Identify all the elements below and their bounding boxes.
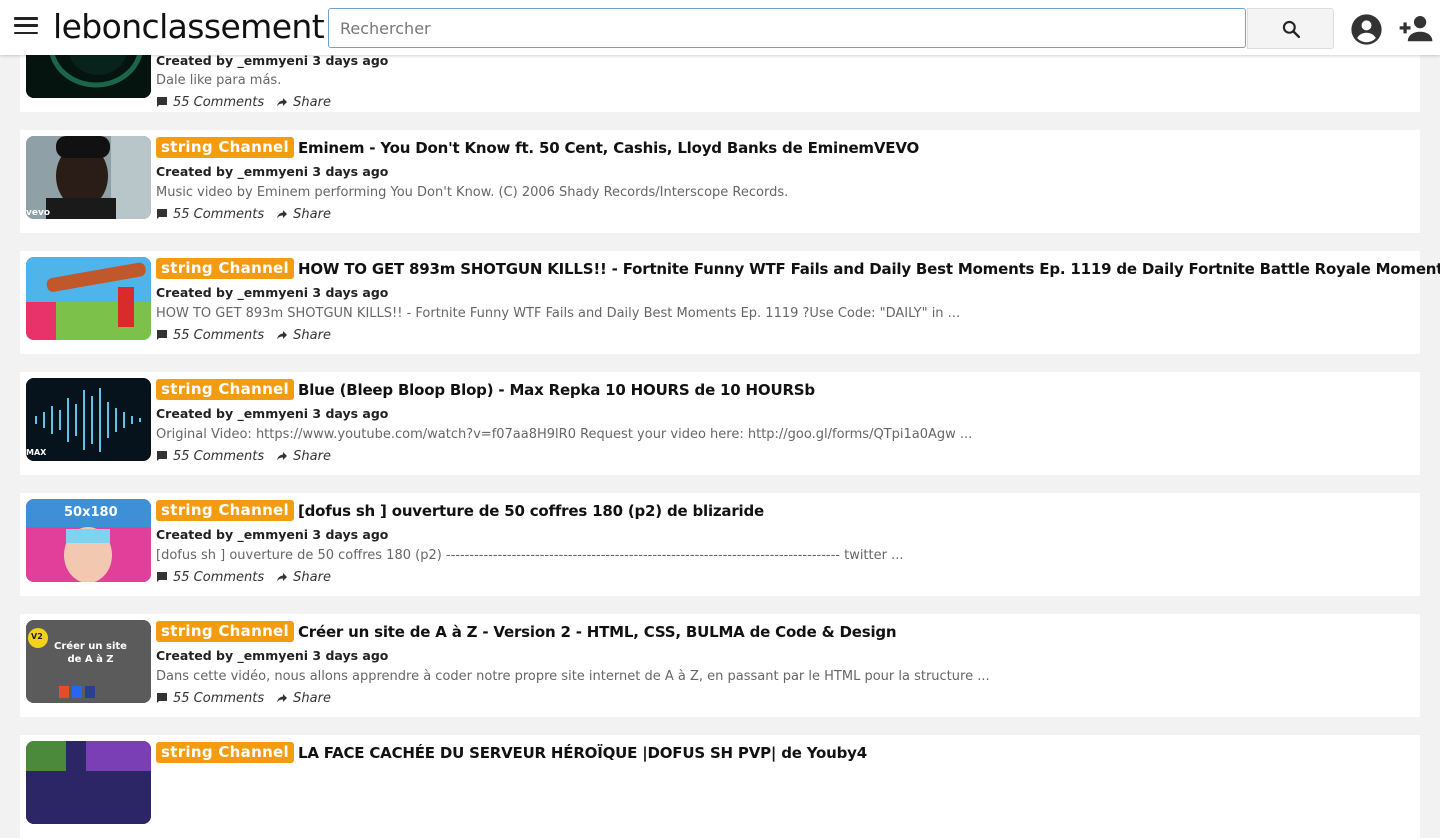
video-meta: Created by _emmyeni 3 days ago [156, 406, 389, 421]
search-input[interactable] [328, 8, 1246, 48]
channel-badge[interactable]: string Channel [156, 500, 294, 521]
share-link[interactable]: Share [276, 449, 331, 464]
share-label: Share [293, 569, 331, 585]
comments-label: 55 Comments [173, 569, 265, 585]
top-header: lebonclassement [0, 0, 1440, 55]
channel-badge[interactable]: string Channel [156, 742, 294, 763]
video-card: 893m string Channel HOW TO GET 893m SHOT… [20, 251, 1440, 354]
share-icon [277, 331, 288, 340]
comments-link[interactable]: 55 Comments [156, 207, 264, 222]
thumbnail-watermark: vevo [26, 208, 51, 218]
share-label: Share [293, 690, 331, 706]
comments-label: 55 Comments [173, 94, 265, 110]
comment-icon [157, 209, 167, 219]
channel-badge[interactable]: string Channel [156, 137, 294, 158]
search-icon [1282, 20, 1300, 38]
comments-link[interactable]: 55 Comments [156, 95, 264, 110]
share-link[interactable]: Share [276, 328, 331, 343]
site-logo[interactable]: lebonclassement [53, 5, 325, 49]
video-meta: Created by _emmyeni 3 days ago [156, 527, 389, 542]
share-link[interactable]: Share [276, 570, 331, 585]
channel-badge[interactable]: string Channel [156, 258, 294, 279]
video-title[interactable]: HOW TO GET 893m SHOTGUN KILLS!! - Fortni… [298, 260, 1440, 278]
comment-icon [157, 330, 167, 340]
account-circle-icon [1351, 14, 1382, 45]
channel-badge[interactable]: string Channel [156, 379, 294, 400]
comments-label: 55 Comments [173, 448, 265, 464]
video-description: [dofus sh ] ouverture de 50 coffres 180 … [156, 548, 904, 563]
video-actions: 55 Comments Share [156, 327, 1410, 343]
video-card: string Channel LA FACE CACHÉE DU SERVEUR… [20, 735, 1420, 838]
comments-link[interactable]: 55 Comments [156, 691, 264, 706]
search-button[interactable] [1247, 8, 1334, 49]
video-title[interactable]: Eminem - You Don't Know ft. 50 Cent, Cas… [298, 139, 919, 157]
comment-icon [157, 451, 167, 461]
add-user-button[interactable] [1398, 14, 1434, 44]
video-actions: 55 Comments Share [156, 94, 1410, 110]
video-title[interactable]: Créer un site de A à Z - Version 2 - HTM… [298, 623, 897, 641]
video-card: MAX string Channel Blue (Bleep Bloop Blo… [20, 372, 1420, 475]
comments-link[interactable]: 55 Comments [156, 570, 264, 585]
comments-label: 55 Comments [173, 690, 265, 706]
share-label: Share [293, 206, 331, 222]
video-actions: 55 Comments Share [156, 206, 1410, 222]
video-actions: 55 Comments Share [156, 448, 1410, 464]
comment-icon [157, 572, 167, 582]
channel-badge[interactable]: string Channel [156, 621, 294, 642]
comment-icon [157, 693, 167, 703]
share-link[interactable]: Share [276, 95, 331, 110]
comments-link[interactable]: 55 Comments [156, 328, 264, 343]
video-title[interactable]: LA FACE CACHÉE DU SERVEUR HÉROÏQUE |DOFU… [298, 744, 867, 762]
video-meta: Created by _emmyeni 3 days ago [156, 285, 389, 300]
video-meta: Created by _emmyeni 3 days ago [156, 164, 389, 179]
comments-label: 55 Comments [173, 327, 265, 343]
thumbnail-badge: V2 [31, 632, 43, 641]
share-icon [277, 573, 288, 582]
thumbnail-text: 50x180 [64, 505, 118, 520]
share-icon [277, 694, 288, 703]
video-thumbnail[interactable]: V2 Créer un site de A à Z [26, 620, 151, 703]
video-description: Music video by Eminem performing You Don… [156, 185, 789, 200]
thumbnail-text: Créer un site de A à Z [54, 641, 127, 665]
video-meta: Created by _emmyeni 3 days ago [156, 648, 389, 663]
share-label: Share [293, 94, 331, 110]
share-icon [277, 210, 288, 219]
video-title[interactable]: [dofus sh ] ouverture de 50 coffres 180 … [298, 502, 764, 520]
account-button[interactable] [1350, 13, 1383, 46]
share-icon [277, 98, 288, 107]
person-add-icon [1399, 16, 1433, 42]
video-thumbnail[interactable]: 50x180 [26, 499, 151, 582]
comments-link[interactable]: 55 Comments [156, 449, 264, 464]
menu-icon[interactable] [14, 17, 38, 37]
video-description: Original Video: https://www.youtube.com/… [156, 427, 973, 442]
video-description: HOW TO GET 893m SHOTGUN KILLS!! - Fortni… [156, 306, 961, 321]
video-card: vevo string Channel Eminem - You Don't K… [20, 130, 1420, 233]
comments-label: 55 Comments [173, 206, 265, 222]
video-actions: 55 Comments Share [156, 569, 1410, 585]
comment-icon [157, 97, 167, 107]
share-label: Share [293, 448, 331, 464]
video-card: 50x180 string Channel [dofus sh ] ouvert… [20, 493, 1420, 596]
video-actions: 55 Comments Share [156, 690, 1410, 706]
thumbnail-text: MAX [26, 448, 47, 457]
share-icon [277, 452, 288, 461]
share-link[interactable]: Share [276, 691, 331, 706]
video-title[interactable]: Blue (Bleep Bloop Blop) - Max Repka 10 H… [298, 381, 815, 399]
video-card: V2 Créer un site de A à Z string Channel… [20, 614, 1420, 717]
video-description: Dans cette vidéo, nous allons apprendre … [156, 669, 990, 684]
share-label: Share [293, 327, 331, 343]
video-thumbnail[interactable]: MAX [26, 378, 151, 461]
video-thumbnail[interactable] [26, 741, 151, 824]
video-thumbnail[interactable]: 893m [26, 257, 151, 340]
video-description: Dale like para más. [156, 73, 282, 88]
video-thumbnail[interactable]: vevo [26, 136, 151, 219]
share-link[interactable]: Share [276, 207, 331, 222]
